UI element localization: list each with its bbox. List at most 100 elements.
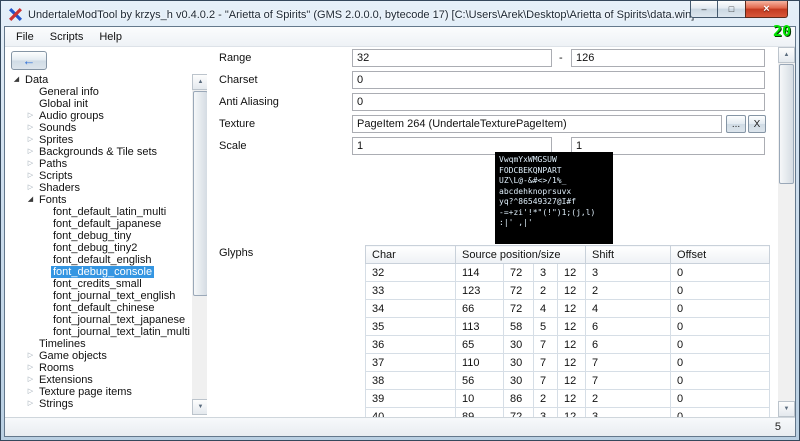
- glyph-cell[interactable]: 3: [586, 264, 671, 282]
- glyph-row-37[interactable]: 371103071270: [366, 354, 770, 372]
- glyph-cell[interactable]: 32: [366, 264, 456, 282]
- glyph-cell[interactable]: 2: [586, 282, 671, 300]
- glyph-row-39[interactable]: 39108621220: [366, 390, 770, 408]
- menu-help[interactable]: Help: [91, 29, 130, 45]
- expand-icon[interactable]: ▷: [24, 134, 37, 146]
- glyph-cell[interactable]: 37: [366, 354, 456, 372]
- tree-item-sounds[interactable]: ▷Sounds: [8, 122, 192, 134]
- tree-item-font-debug-tiny2[interactable]: font_debug_tiny2: [8, 242, 192, 254]
- tree-item-backgrounds-tile-sets[interactable]: ▷Backgrounds & Tile sets: [8, 146, 192, 158]
- glyph-cell[interactable]: 56: [456, 372, 504, 390]
- glyph-cell[interactable]: 72: [504, 264, 534, 282]
- expand-icon[interactable]: ▷: [24, 158, 37, 170]
- glyph-cell[interactable]: 3: [534, 408, 558, 418]
- expand-icon[interactable]: ▷: [24, 362, 37, 374]
- glyph-cell[interactable]: 0: [671, 300, 770, 318]
- glyph-row-38[interactable]: 38563071270: [366, 372, 770, 390]
- glyph-cell[interactable]: 0: [671, 318, 770, 336]
- glyph-cell[interactable]: 0: [671, 264, 770, 282]
- close-button[interactable]: ×: [745, 1, 788, 18]
- glyph-row-35[interactable]: 351135851260: [366, 318, 770, 336]
- expand-icon[interactable]: ▷: [24, 374, 37, 386]
- maximize-button[interactable]: □: [718, 1, 745, 18]
- glyph-cell[interactable]: 4: [534, 300, 558, 318]
- tree-item-paths[interactable]: ▷Paths: [8, 158, 192, 170]
- glyph-cell[interactable]: 3: [534, 264, 558, 282]
- expand-icon[interactable]: ▷: [24, 122, 37, 134]
- tree-item-sprites[interactable]: ▷Sprites: [8, 134, 192, 146]
- expand-icon[interactable]: ▷: [24, 146, 37, 158]
- expand-icon[interactable]: ▷: [24, 170, 37, 182]
- glyph-cell[interactable]: 12: [558, 408, 586, 418]
- tree-item-font-journal-text-latin-multi[interactable]: font_journal_text_latin_multi: [8, 326, 192, 338]
- right-panel-scrollbar[interactable]: ▲ ▼: [778, 47, 795, 417]
- tree-item-extensions[interactable]: ▷Extensions: [8, 374, 192, 386]
- menu-scripts[interactable]: Scripts: [42, 29, 92, 45]
- glyph-cell[interactable]: 7: [586, 354, 671, 372]
- column-char[interactable]: Char: [366, 246, 456, 264]
- glyph-cell[interactable]: 0: [671, 408, 770, 418]
- tree-item-font-default-japanese[interactable]: font_default_japanese: [8, 218, 192, 230]
- glyph-cell[interactable]: 12: [558, 318, 586, 336]
- glyph-cell[interactable]: 30: [504, 336, 534, 354]
- tree-item-audio-groups[interactable]: ▷Audio groups: [8, 110, 192, 122]
- column-source-position-size[interactable]: Source position/size: [456, 246, 586, 264]
- glyph-cell[interactable]: 33: [366, 282, 456, 300]
- charset-input[interactable]: [352, 71, 765, 89]
- glyph-cell[interactable]: 2: [534, 390, 558, 408]
- tree-item-font-default-english[interactable]: font_default_english: [8, 254, 192, 266]
- glyph-row-36[interactable]: 36653071260: [366, 336, 770, 354]
- tree-item-font-journal-text-japanese[interactable]: font_journal_text_japanese: [8, 314, 192, 326]
- glyph-cell[interactable]: 30: [504, 372, 534, 390]
- glyph-cell[interactable]: 58: [504, 318, 534, 336]
- glyph-cell[interactable]: 66: [456, 300, 504, 318]
- texture-browse-button[interactable]: ...: [726, 115, 746, 133]
- glyph-cell[interactable]: 86: [504, 390, 534, 408]
- glyph-cell[interactable]: 30: [504, 354, 534, 372]
- glyph-cell[interactable]: 65: [456, 336, 504, 354]
- glyph-cell[interactable]: 12: [558, 390, 586, 408]
- glyph-cell[interactable]: 36: [366, 336, 456, 354]
- scroll-down-icon[interactable]: ▼: [778, 401, 795, 417]
- expand-icon[interactable]: ▷: [24, 350, 37, 362]
- glyph-cell[interactable]: 2: [586, 390, 671, 408]
- glyph-cell[interactable]: 123: [456, 282, 504, 300]
- tree-item-general-info[interactable]: General info: [8, 86, 192, 98]
- glyph-cell[interactable]: 12: [558, 354, 586, 372]
- tree-item-global-init[interactable]: Global init: [8, 98, 192, 110]
- tree-item-font-journal-text-english[interactable]: font_journal_text_english: [8, 290, 192, 302]
- glyph-cell[interactable]: 12: [558, 300, 586, 318]
- minimize-button[interactable]: –: [690, 1, 718, 18]
- glyph-cell[interactable]: 110: [456, 354, 504, 372]
- glyph-cell[interactable]: 3: [586, 408, 671, 418]
- range-to-input[interactable]: [571, 49, 765, 67]
- expand-icon[interactable]: ▷: [24, 110, 37, 122]
- expand-icon[interactable]: ▷: [24, 398, 37, 410]
- glyph-cell[interactable]: 7: [586, 372, 671, 390]
- texture-clear-button[interactable]: X: [748, 115, 766, 133]
- tree-item-strings[interactable]: ▷Strings: [8, 398, 192, 410]
- glyph-cell[interactable]: 12: [558, 264, 586, 282]
- menu-file[interactable]: File: [8, 29, 42, 45]
- tree-item-shaders[interactable]: ▷Shaders: [8, 182, 192, 194]
- collapse-icon[interactable]: ◢: [24, 194, 37, 206]
- back-button[interactable]: ←: [11, 51, 47, 70]
- column-shift[interactable]: Shift: [586, 246, 671, 264]
- glyph-cell[interactable]: 10: [456, 390, 504, 408]
- glyph-cell[interactable]: 39: [366, 390, 456, 408]
- tree-item-font-debug-tiny[interactable]: font_debug_tiny: [8, 230, 192, 242]
- glyph-cell[interactable]: 12: [558, 372, 586, 390]
- glyph-cell[interactable]: 0: [671, 372, 770, 390]
- tree-scrollbar-thumb[interactable]: [193, 91, 208, 296]
- tree-item-font-debug-console[interactable]: font_debug_console: [8, 266, 192, 278]
- glyph-row-40[interactable]: 40897231230: [366, 408, 770, 418]
- tree-item-data[interactable]: ◢Data: [8, 74, 192, 86]
- glyph-cell[interactable]: 113: [456, 318, 504, 336]
- tree-item-scripts[interactable]: ▷Scripts: [8, 170, 192, 182]
- tree-item-font-default-latin-multi[interactable]: font_default_latin_multi: [8, 206, 192, 218]
- tree-item-game-objects[interactable]: ▷Game objects: [8, 350, 192, 362]
- glyph-cell[interactable]: 6: [586, 318, 671, 336]
- glyph-cell[interactable]: 0: [671, 282, 770, 300]
- texture-input[interactable]: [352, 115, 722, 133]
- glyph-cell[interactable]: 89: [456, 408, 504, 418]
